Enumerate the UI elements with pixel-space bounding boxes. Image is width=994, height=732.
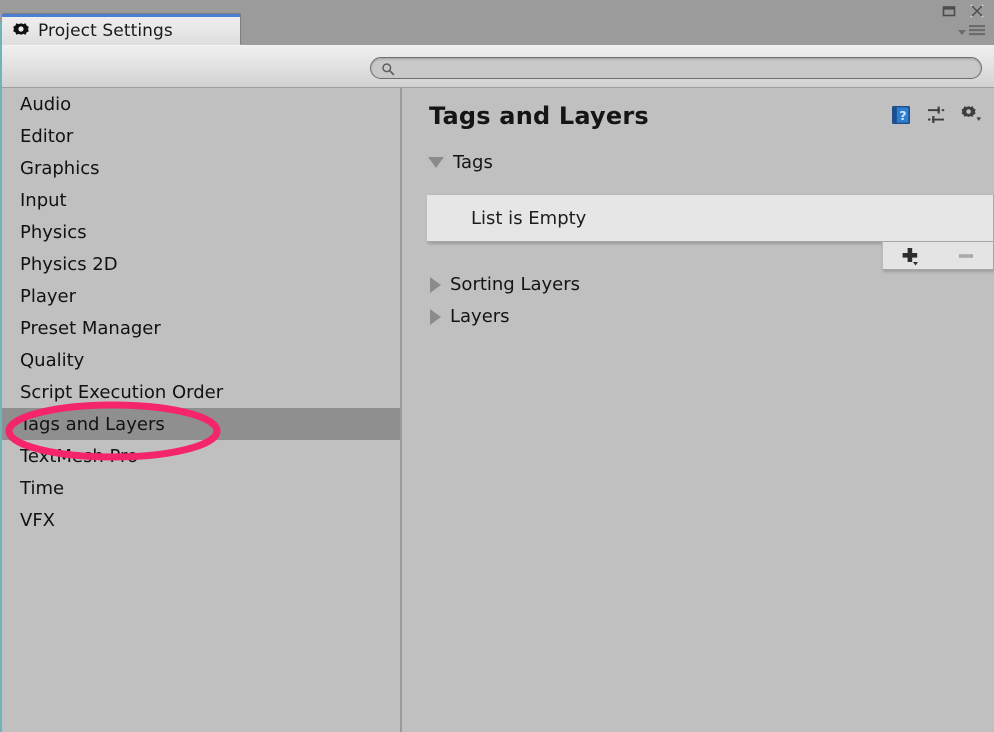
- sidebar-item-player[interactable]: Player: [2, 280, 400, 312]
- sidebar-item-physics-2d[interactable]: Physics 2D: [2, 248, 400, 280]
- app-window: Project Settings Audio Editor Graphics I…: [0, 0, 994, 732]
- list-empty-message: List is Empty: [471, 207, 587, 229]
- settings-sidebar: Audio Editor Graphics Input Physics Physics 2…: [2, 88, 400, 732]
- content-header-icons: ?: [890, 104, 982, 126]
- sidebar-item-label: Player: [20, 285, 77, 307]
- sidebar-item-input[interactable]: Input: [2, 184, 400, 216]
- sidebar-item-time[interactable]: Time: [2, 472, 400, 504]
- sidebar-item-label: TextMesh Pro: [20, 445, 139, 467]
- search-icon: [381, 62, 395, 76]
- sidebar-item-graphics[interactable]: Graphics: [2, 152, 400, 184]
- sidebar-item-preset-manager[interactable]: Preset Manager: [2, 312, 400, 344]
- remove-tag-button[interactable]: [938, 242, 993, 269]
- close-window-icon[interactable]: [968, 2, 986, 20]
- main-body: Audio Editor Graphics Input Physics Physics 2…: [2, 88, 994, 732]
- sidebar-item-label: Tags and Layers: [20, 413, 165, 435]
- sidebar-item-tags-and-layers[interactable]: Tags and Layers: [2, 408, 400, 440]
- window-controls: [940, 2, 986, 20]
- triangle-down-icon: [428, 157, 444, 168]
- foldout-label-sorting-layers: Sorting Layers: [450, 274, 581, 295]
- sidebar-item-label: Quality: [20, 349, 85, 371]
- help-book-icon[interactable]: ?: [890, 104, 912, 126]
- sidebar-item-quality[interactable]: Quality: [2, 344, 400, 376]
- svg-text:?: ?: [899, 108, 906, 123]
- tags-list-toolbar: [882, 242, 994, 270]
- sidebar-item-textmesh-pro[interactable]: TextMesh Pro: [2, 440, 400, 472]
- sidebar-item-label: Time: [20, 477, 65, 499]
- sidebar-item-vfx[interactable]: VFX: [2, 504, 400, 536]
- sidebar-item-label: VFX: [20, 509, 55, 531]
- sidebar-item-audio[interactable]: Audio: [2, 88, 400, 120]
- sidebar-item-label: Physics 2D: [20, 253, 118, 275]
- sidebar-item-label: Input: [20, 189, 67, 211]
- foldout-tags[interactable]: Tags: [428, 152, 493, 173]
- page-title: Tags and Layers: [429, 102, 649, 130]
- settings-content-panel: Tags and Layers ? Tags List is Empty Sor…: [402, 88, 994, 732]
- sidebar-item-label: Script Execution Order: [20, 381, 224, 403]
- sidebar-item-editor[interactable]: Editor: [2, 120, 400, 152]
- add-tag-button[interactable]: [883, 242, 938, 269]
- sidebar-item-label: Physics: [20, 221, 87, 243]
- sidebar-item-script-execution-order[interactable]: Script Execution Order: [2, 376, 400, 408]
- sidebar-item-label: Graphics: [20, 157, 100, 179]
- triangle-right-icon: [430, 308, 441, 325]
- foldout-label-tags: Tags: [453, 152, 493, 173]
- search-input[interactable]: [395, 59, 981, 77]
- search-field[interactable]: [370, 57, 982, 79]
- restore-window-icon[interactable]: [940, 2, 958, 20]
- settings-gear-icon[interactable]: [960, 105, 982, 125]
- foldout-label-layers: Layers: [450, 306, 510, 327]
- triangle-right-icon: [430, 276, 441, 293]
- sidebar-item-label: Preset Manager: [20, 317, 161, 339]
- toolbar: [2, 45, 994, 88]
- sidebar-item-label: Audio: [20, 93, 72, 115]
- foldout-sorting-layers[interactable]: Sorting Layers: [430, 274, 580, 295]
- foldout-layers[interactable]: Layers: [430, 306, 510, 327]
- preset-sliders-icon[interactable]: [926, 105, 946, 125]
- sidebar-item-label: Editor: [20, 125, 74, 147]
- tags-list-box[interactable]: List is Empty: [426, 194, 994, 242]
- sidebar-item-physics[interactable]: Physics: [2, 216, 400, 248]
